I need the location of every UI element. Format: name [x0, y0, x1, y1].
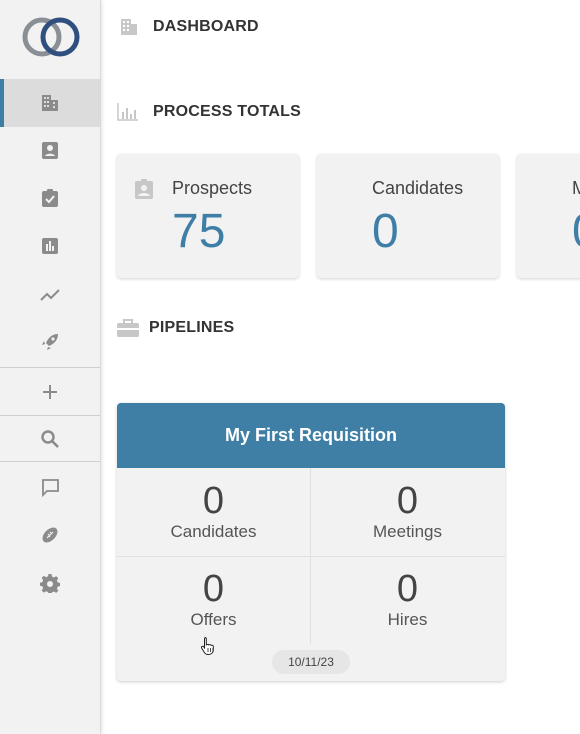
sidebar-item-add[interactable]	[0, 368, 100, 416]
clipboard-check-icon	[42, 189, 58, 207]
sidebar	[0, 0, 101, 734]
page-title: DASHBOARD	[119, 17, 259, 37]
page-title-text: DASHBOARD	[153, 18, 259, 35]
sidebar-item-trends[interactable]	[0, 270, 100, 318]
pipeline-card-title[interactable]: My First Requisition	[117, 403, 505, 468]
stat-value: 0	[202, 480, 225, 522]
prospects-card[interactable]: Prospects 75	[117, 154, 299, 278]
pipeline-stat-hires[interactable]: 0 Hires	[311, 570, 504, 630]
building-icon	[121, 19, 137, 35]
briefcase-icon	[117, 319, 139, 337]
stat-label: Offers	[190, 610, 237, 629]
grid-divider	[117, 556, 505, 557]
prospects-value: 75	[172, 205, 226, 258]
sidebar-item-dashboard[interactable]	[0, 79, 100, 127]
chat-icon	[42, 479, 59, 497]
candidates-card[interactable]: Candidates 0	[317, 154, 499, 278]
pipeline-stat-offers[interactable]: 0 Offers	[117, 570, 310, 630]
candidates-label: Candidates	[372, 178, 464, 198]
rocket-icon	[42, 334, 58, 350]
process-totals-text: PROCESS TOTALS	[153, 103, 302, 120]
stat-label: Candidates	[170, 522, 257, 541]
pipeline-date-badge: 10/11/23	[272, 650, 350, 674]
third-card-value: 0	[572, 204, 580, 259]
sidebar-item-launch[interactable]	[0, 318, 100, 366]
candidates-value: 0	[372, 205, 399, 258]
process-totals-title: PROCESS TOTALS	[117, 102, 301, 122]
contact-badge-icon	[135, 179, 153, 199]
third-card-label: M	[572, 178, 580, 198]
stat-value: 0	[396, 568, 419, 610]
sidebar-divider	[0, 461, 100, 462]
pipelines-title: PIPELINES	[117, 318, 234, 338]
sidebar-item-search[interactable]	[0, 415, 100, 463]
stat-value: 0	[396, 480, 419, 522]
contact-badge-icon	[42, 142, 58, 159]
third-card[interactable]: M 0	[517, 154, 580, 278]
logo[interactable]	[20, 15, 82, 59]
plus-icon	[43, 385, 57, 399]
hand-cursor-icon	[200, 637, 214, 655]
stat-label: Meetings	[373, 522, 442, 541]
gear-icon	[40, 574, 60, 593]
sidebar-item-reports[interactable]	[0, 222, 100, 270]
bar-chart-icon	[42, 238, 58, 254]
stat-value: 0	[202, 568, 225, 610]
sidebar-item-tasks[interactable]	[0, 174, 100, 222]
bar-chart-icon	[117, 103, 138, 121]
pipeline-stat-meetings[interactable]: 0 Meetings	[311, 482, 504, 542]
pipeline-stat-candidates[interactable]: 0 Candidates	[117, 482, 310, 542]
sidebar-item-messages[interactable]	[0, 463, 100, 511]
football-icon	[42, 527, 58, 543]
pipelines-text: PIPELINES	[149, 319, 235, 336]
sidebar-item-football[interactable]	[0, 511, 100, 559]
pipeline-card[interactable]: My First Requisition 0 Candidates 0 Meet…	[117, 403, 505, 681]
prospects-label: Prospects	[172, 178, 253, 198]
stat-label: Hires	[387, 610, 428, 629]
pipeline-stats: 0 Candidates 0 Meetings 0 Offers 0 Hires…	[117, 468, 505, 681]
trend-line-icon	[40, 289, 60, 301]
sidebar-item-contacts[interactable]	[0, 126, 100, 174]
search-icon	[41, 430, 59, 448]
building-icon	[42, 95, 58, 111]
sidebar-item-settings[interactable]	[0, 559, 100, 607]
